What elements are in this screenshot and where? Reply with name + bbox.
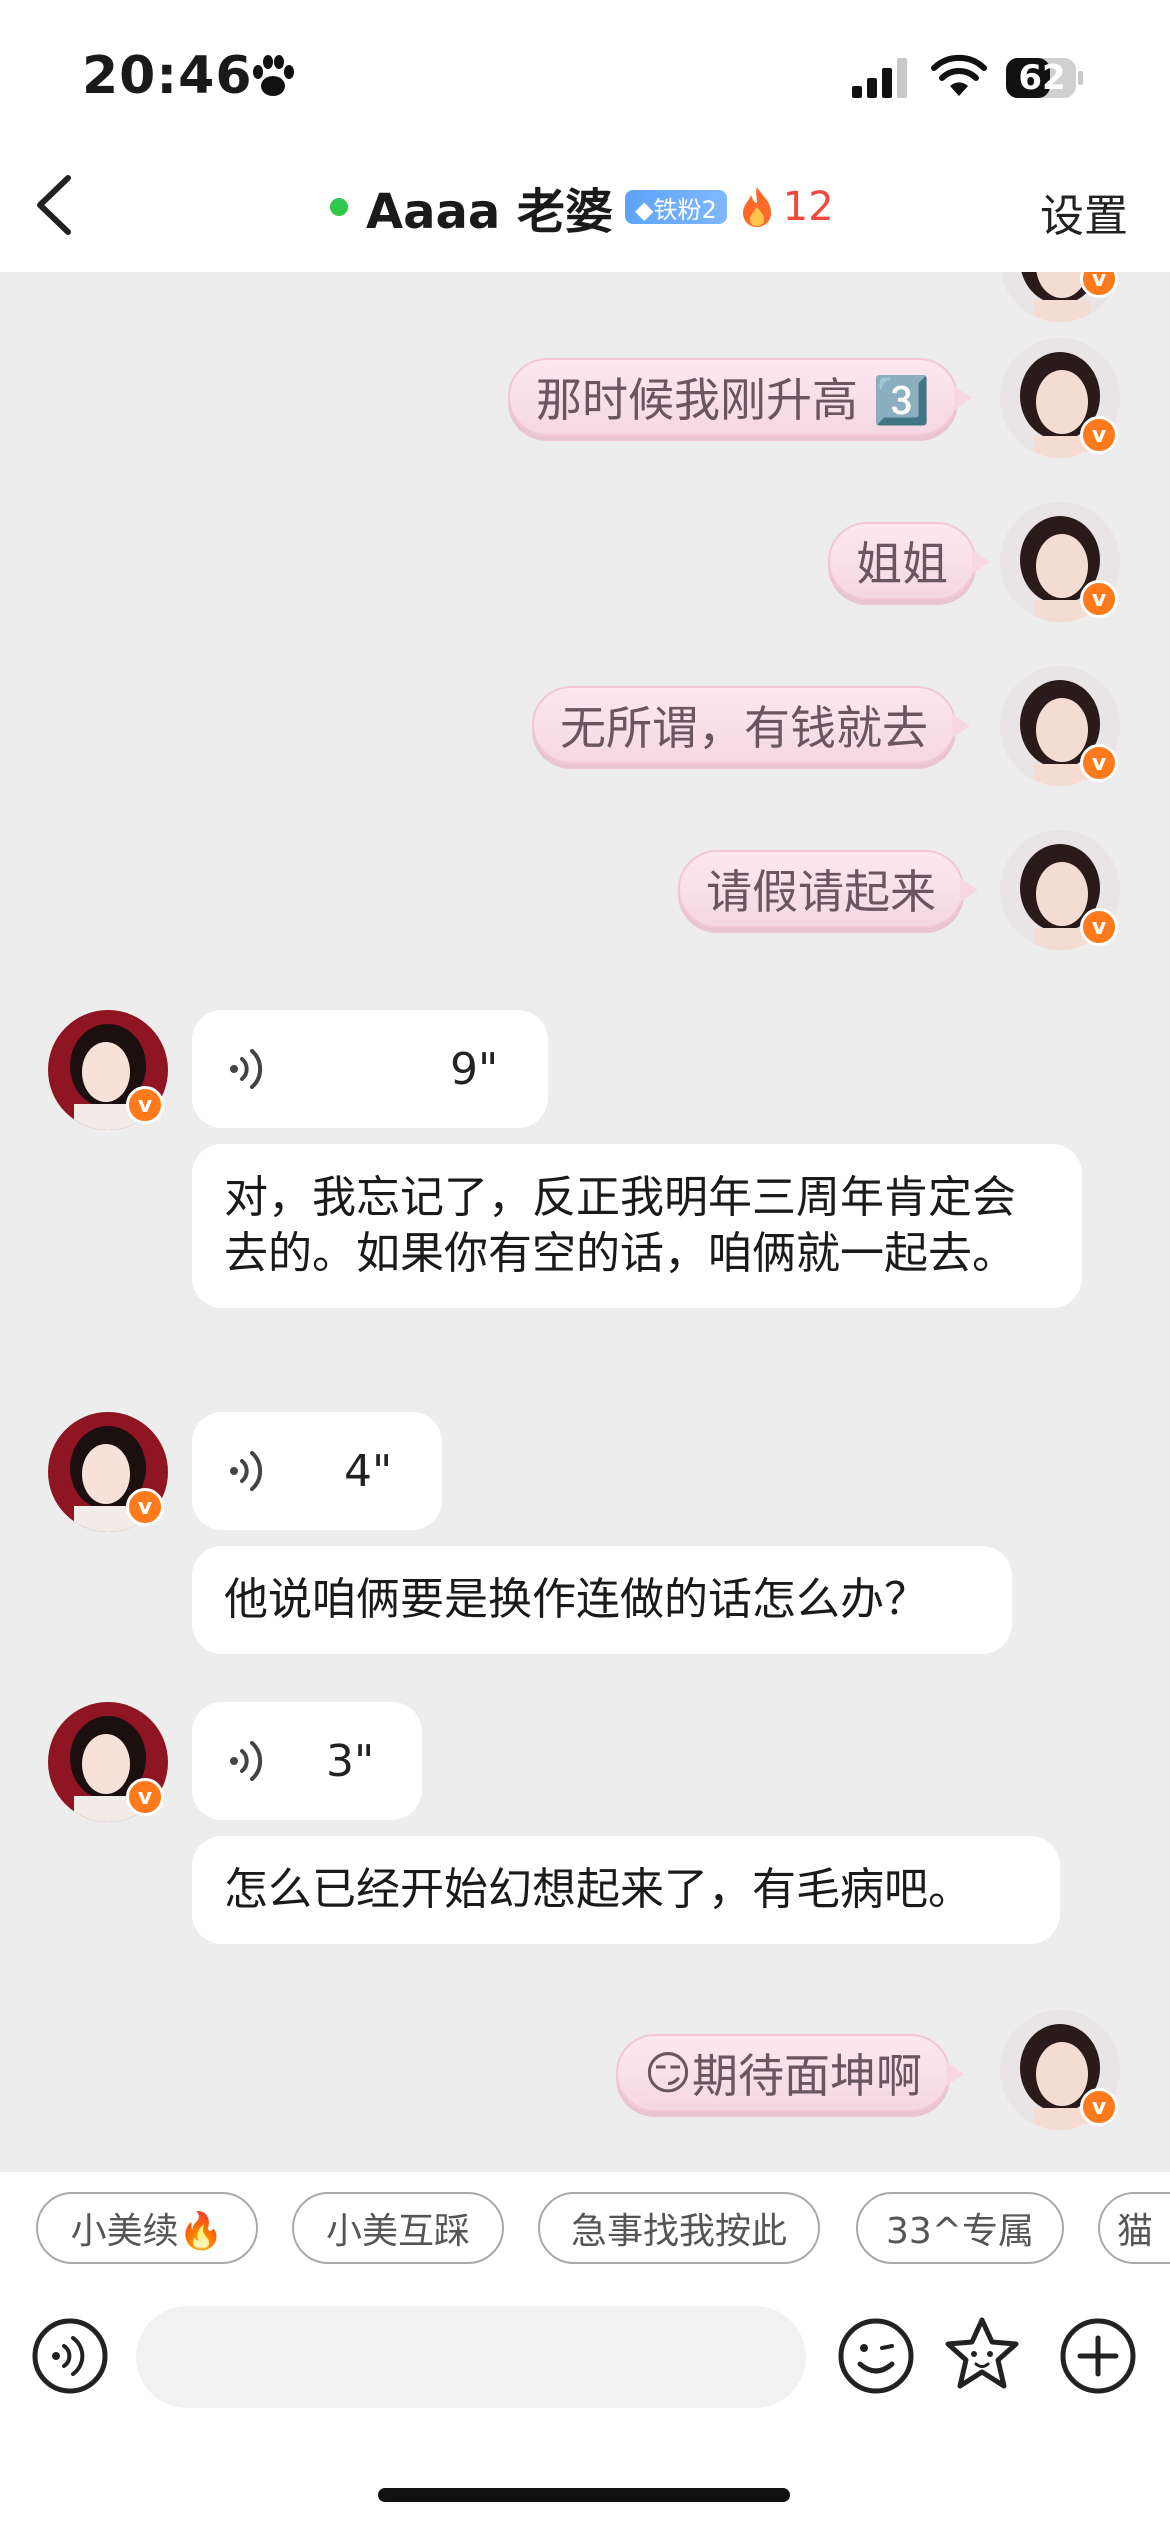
verified-badge-icon: v — [1080, 2088, 1118, 2126]
back-chevron-icon[interactable] — [30, 170, 80, 240]
incoming-bubble[interactable]: 怎么已经开始幻想起来了，有毛病吧。 — [192, 1836, 1060, 1944]
chat-area[interactable]: v 那时候我刚升高 3️⃣ v 姐姐 v 无所谓，有钱就去 v 请假请起来 v … — [0, 272, 1170, 2172]
outgoing-bubble[interactable]: 😏 期待面坤啊 — [616, 2034, 964, 2112]
voice-duration: 9" — [450, 1043, 499, 1095]
message-text: 无所谓，有钱就去 — [560, 701, 928, 755]
voice-message[interactable]: 4" — [192, 1412, 442, 1530]
message-text: 那时候我刚升高 3️⃣ — [536, 373, 930, 427]
home-indicator — [378, 2488, 790, 2502]
verified-badge-icon: v — [1080, 908, 1118, 946]
voice-message[interactable]: 3" — [192, 1702, 422, 1820]
input-bar — [0, 2276, 1170, 2532]
quick-reply-chip[interactable]: 急事找我按此 — [538, 2192, 820, 2264]
plus-icon[interactable] — [1058, 2316, 1138, 2396]
streak-count: 12 — [782, 184, 834, 230]
chat-title-group[interactable]: Aaaa 老婆 ◆铁粉2 12 — [330, 172, 834, 242]
voice-input-icon[interactable] — [30, 2316, 110, 2396]
outgoing-bubble[interactable]: 那时候我刚升高 3️⃣ — [508, 358, 972, 436]
verified-badge-icon: v — [1080, 580, 1118, 618]
message-text: 对，我忘记了，反正我明年三周年肯定会去的。如果你有空的话，咱俩就一起去。 — [224, 1172, 1016, 1279]
message-input[interactable] — [136, 2306, 806, 2408]
quick-reply-chip[interactable]: 猫 — [1098, 2192, 1170, 2264]
voice-duration: 3" — [326, 1735, 375, 1787]
voice-wave-icon — [230, 1741, 263, 1781]
status-time: 20:46 — [82, 46, 253, 106]
incoming-bubble[interactable]: 对，我忘记了，反正我明年三周年肯定会去的。如果你有空的话，咱俩就一起去。 — [192, 1144, 1082, 1308]
outgoing-bubble[interactable]: 请假请起来 — [678, 850, 978, 928]
message-text: 他说咱俩要是换作连做的话怎么办？ — [224, 1574, 928, 1625]
voice-wave-icon — [230, 1049, 263, 1089]
chat-title: Aaaa 老婆 — [366, 184, 614, 240]
incoming-bubble[interactable]: 他说咱俩要是换作连做的话怎么办？ — [192, 1546, 1012, 1654]
signal-icon — [852, 58, 907, 98]
message-text: 怎么已经开始幻想起来了，有毛病吧。 — [224, 1864, 972, 1915]
quick-reply-chip[interactable]: 小美续🔥 — [36, 2192, 258, 2264]
outgoing-bubble[interactable]: 无所谓，有钱就去 — [532, 686, 970, 764]
fan-level-badge: ◆铁粉2 — [625, 190, 727, 224]
voice-duration: 4" — [344, 1445, 393, 1497]
top-bar: 20:46 62 Aaaa 老婆 ◆铁粉2 12 设置 — [0, 0, 1170, 272]
verified-badge-icon: v — [126, 1086, 164, 1124]
quick-reply-bar: 小美续🔥 小美互踩 急事找我按此 33^专属 猫 — [0, 2172, 1170, 2276]
outgoing-bubble[interactable]: 姐姐 — [828, 522, 990, 600]
sticker-icon[interactable] — [942, 2314, 1022, 2394]
fire-icon — [742, 187, 771, 227]
verified-badge-icon: v — [1080, 744, 1118, 782]
online-dot — [330, 198, 348, 216]
wifi-icon — [931, 54, 987, 96]
verified-badge-icon: v — [126, 1488, 164, 1526]
message-text: 姐姐 — [856, 537, 948, 591]
quick-reply-chip[interactable]: 33^专属 — [856, 2192, 1064, 2264]
quick-reply-chip[interactable]: 小美互踩 — [292, 2192, 504, 2264]
emoji-icon[interactable] — [836, 2316, 916, 2396]
voice-message[interactable]: 9" — [192, 1010, 548, 1128]
message-text: 期待面坤啊 — [691, 2049, 922, 2103]
message-text: 请假请起来 — [706, 865, 936, 919]
battery-level: 62 — [1018, 58, 1066, 98]
verified-badge-icon: v — [1080, 416, 1118, 454]
settings-button[interactable]: 设置 — [1040, 180, 1128, 244]
smirk-emoji-icon: 😏 — [644, 2046, 692, 2100]
voice-wave-icon — [230, 1451, 263, 1491]
paw-icon — [253, 55, 294, 96]
verified-badge-icon: v — [126, 1778, 164, 1816]
